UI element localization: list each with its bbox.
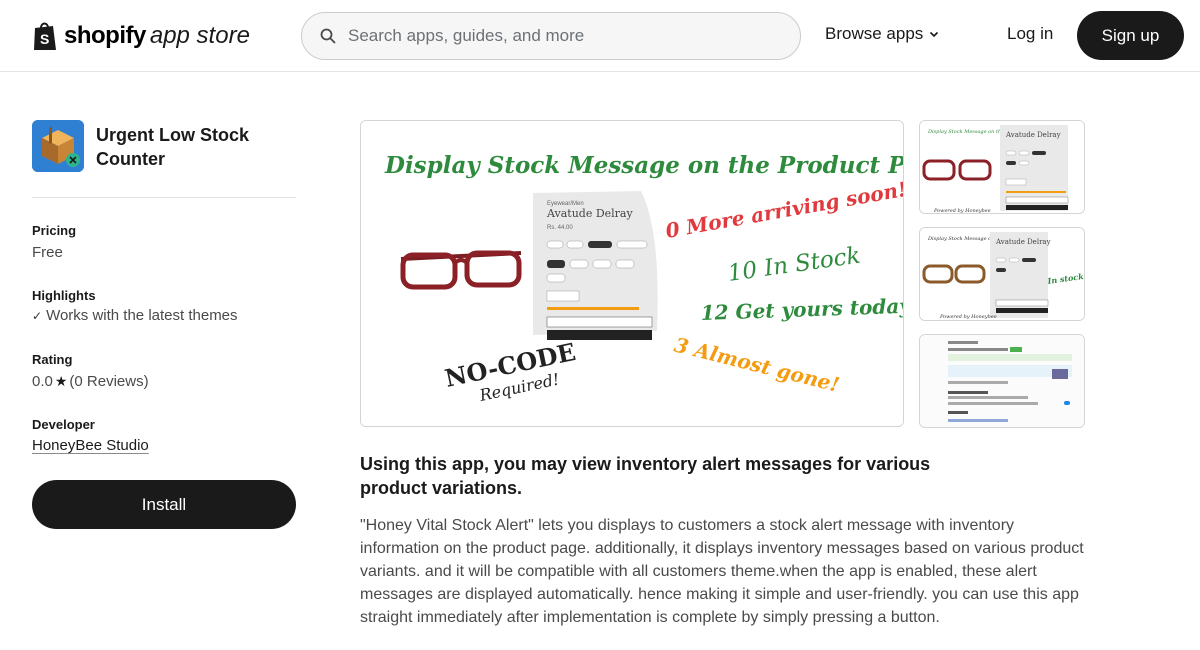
star-icon: ★: [54, 373, 68, 389]
search-icon: [320, 28, 336, 44]
rating-label: Rating: [32, 352, 73, 367]
brand-sub: app store: [149, 22, 250, 49]
search-bar[interactable]: [301, 12, 801, 60]
thumbnail-3-image: [920, 335, 1084, 427]
signup-button[interactable]: Sign up: [1077, 11, 1184, 60]
browse-apps-menu[interactable]: Browse apps: [825, 24, 939, 44]
app-description: "Honey Vital Stock Alert" lets you displ…: [360, 517, 1084, 626]
shopify-app-store-logo[interactable]: S shopify app store: [32, 18, 250, 54]
highlight-item: ✓ Works with the latest themes: [32, 307, 238, 324]
brand-name: shopify: [64, 22, 146, 49]
box-icon: [32, 120, 84, 172]
chevron-down-icon: [930, 31, 939, 38]
highlight-text: Works with the latest themes: [46, 307, 238, 324]
thumbnail-2[interactable]: Display Stock Message on the Product Pag…: [919, 227, 1085, 321]
t1-footer: Powered by Honeybee: [933, 208, 991, 214]
hero-screenshot[interactable]: Display Stock Message on the Product Pag…: [360, 120, 904, 427]
app-headline: Using this app, you may view inventory a…: [360, 454, 931, 498]
t1-name: Avatude Delray: [1005, 131, 1061, 139]
top-navigation: S shopify app store Browse apps Log in S…: [0, 0, 1200, 72]
t2-name: Avatude Delray: [995, 238, 1051, 246]
login-link[interactable]: Log in: [1007, 24, 1053, 44]
product-name: Avatude Delray: [546, 207, 633, 220]
pricing-value: Free: [32, 244, 63, 261]
developer-label: Developer: [32, 417, 95, 432]
shopify-bag-icon: S: [34, 22, 56, 50]
app-title: Urgent Low Stock Counter: [96, 125, 250, 169]
thumbnail-3[interactable]: [919, 334, 1085, 428]
thumbnail-1[interactable]: Display Stock Message on the Product Pag…: [919, 120, 1085, 214]
pricing-label: Pricing: [32, 223, 77, 238]
rating-reviews[interactable]: (0 Reviews): [69, 373, 148, 390]
svg-text:S: S: [40, 31, 49, 47]
t2-footer: Powered by Honeybee: [939, 314, 997, 320]
search-input[interactable]: [348, 26, 768, 46]
app-icon: [32, 120, 84, 172]
hero-illustration: Display Stock Message on the Product Pag…: [361, 121, 904, 426]
rating-value: 0.0: [32, 373, 53, 390]
product-price: Rs. 44.00: [547, 225, 573, 231]
highlights-label: Highlights: [32, 288, 96, 303]
divider: [32, 197, 296, 198]
browse-apps-label: Browse apps: [825, 24, 924, 43]
install-button[interactable]: Install: [32, 480, 296, 529]
thumbnail-1-image: Display Stock Message on the Product Pag…: [920, 121, 1084, 214]
rating-summary: 0.0 ★ (0 Reviews): [32, 373, 149, 390]
checkmark-icon: ✓: [32, 309, 43, 323]
developer-link[interactable]: HoneyBee Studio: [32, 437, 149, 454]
hero-title: Display Stock Message on the Product Pag…: [384, 152, 904, 179]
thumbnail-2-image: Display Stock Message on the Product Pag…: [920, 228, 1084, 320]
